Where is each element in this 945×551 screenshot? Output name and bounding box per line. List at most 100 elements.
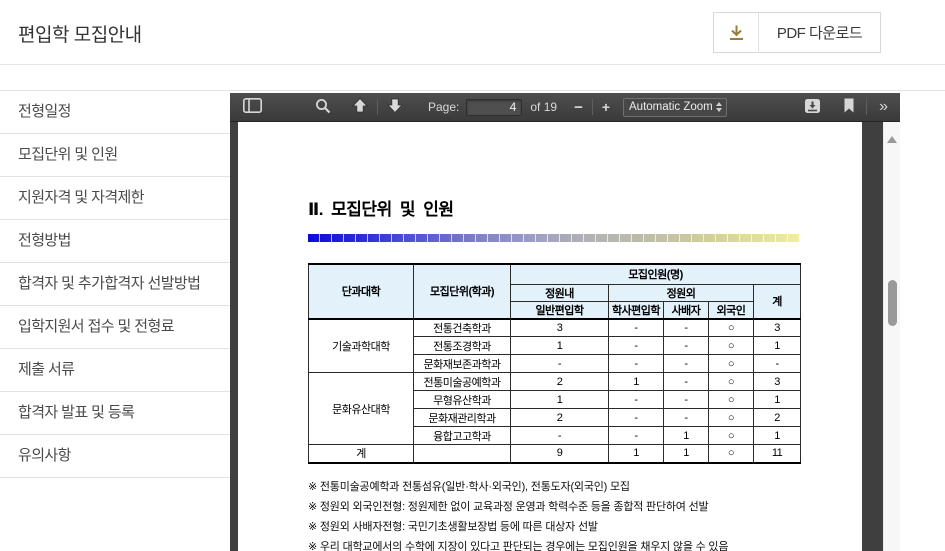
sidebar-item-eligibility[interactable]: 지원자격 및 자격제한 <box>0 177 230 220</box>
footnote: ※ 전통미술공예학과 전통섬유(일반·학사·외국인), 전통도자(외국인) 모집 <box>308 480 630 493</box>
college-cell: 기술과학대학 <box>308 318 414 373</box>
page-up-button[interactable] <box>349 96 371 118</box>
col-header-quota-group: 모집인원(명) <box>509 263 802 285</box>
select-caret-icon <box>715 102 722 112</box>
value-cell: ○ <box>708 354 754 373</box>
value-cell: - <box>663 390 709 409</box>
table-total-row: 계 9 1 1 ○ 11 <box>308 444 802 463</box>
value-cell: ○ <box>708 444 754 463</box>
total-dept-cell <box>413 444 511 463</box>
page-title: 편입학 모집안내 <box>18 25 142 46</box>
page-number-input[interactable] <box>466 98 523 116</box>
value-cell: - <box>663 336 709 355</box>
dept-cell: 융합고고학과 <box>413 426 511 445</box>
value-cell: 2 <box>510 408 609 427</box>
sidebar-item-application[interactable]: 입학지원서 접수 및 전형료 <box>0 306 230 349</box>
col-header-total: 계 <box>752 283 802 319</box>
section-title: Ⅱ. 모집단위 및 인원 <box>308 200 454 219</box>
bookmark-button[interactable] <box>840 96 858 118</box>
value-cell: 9 <box>510 444 609 463</box>
dept-cell: 전통건축학과 <box>413 318 511 337</box>
col-header-foreign: 외국인 <box>708 300 754 319</box>
value-cell: - <box>752 354 802 373</box>
scrollbar-thumb[interactable] <box>888 280 897 326</box>
value-cell: 1 <box>752 336 802 355</box>
value-cell: - <box>608 426 664 445</box>
gradient-bar <box>308 234 800 242</box>
value-cell: 3 <box>752 318 802 337</box>
col-header-social: 사배자 <box>663 300 709 319</box>
col-header-in-quota: 정원내 <box>510 283 609 302</box>
dept-cell: 전통미술공예학과 <box>413 372 511 391</box>
pdf-page: Ⅱ. 모집단위 및 인원 단과대학 모집단위(학과) 모집인원(명) 정원내 정… <box>238 122 862 551</box>
toolbar-download-button[interactable] <box>801 96 824 119</box>
pdf-scrollbar[interactable] <box>883 122 900 551</box>
sidebar-toggle-button[interactable] <box>240 96 265 118</box>
table-row: 기술과학대학 전통건축학과 3 - - ○ 3 <box>308 318 802 373</box>
admission-table: 단과대학 모집단위(학과) 모집인원(명) 정원내 정원외 계 일반편입학 학사… <box>308 263 802 464</box>
sidebar-toggle-icon <box>243 98 262 116</box>
value-cell: - <box>608 354 664 373</box>
value-cell: 1 <box>663 444 709 463</box>
page-label: Page: <box>428 100 460 114</box>
pdf-viewer-body: Ⅱ. 모집단위 및 인원 단과대학 모집단위(학과) 모집인원(명) 정원내 정… <box>230 122 900 551</box>
scroll-up-icon[interactable] <box>887 136 897 143</box>
sidebar-item-selection[interactable]: 합격자 및 추가합격자 선발방법 <box>0 263 230 306</box>
value-cell: ○ <box>708 408 754 427</box>
value-cell: 1 <box>752 390 802 409</box>
toolbar-divider <box>866 99 868 115</box>
viewer-gutter-right <box>862 122 883 551</box>
content-area: 전형일정 모집단위 및 인원 지원자격 및 자격제한 전형방법 합격자 및 추가… <box>0 90 945 551</box>
value-cell: - <box>608 390 664 409</box>
value-cell: - <box>510 354 609 373</box>
toolbar-divider <box>377 99 378 115</box>
download-icon <box>714 13 759 52</box>
sidebar-item-caution[interactable]: 유의사항 <box>0 435 230 478</box>
value-cell: 1 <box>510 390 609 409</box>
value-cell: - <box>663 408 709 427</box>
zoom-in-button[interactable]: + <box>599 97 613 117</box>
search-icon <box>315 98 331 117</box>
footnote: ※ 정원외 사배자전형: 국민기초생활보장법 등에 따른 대상자 선발 <box>308 520 598 533</box>
zoom-select[interactable]: Automatic Zoom <box>623 97 728 117</box>
chevron-double-right-icon: » <box>879 98 888 115</box>
value-cell: 11 <box>752 444 802 463</box>
more-tools-button[interactable]: » <box>875 99 890 115</box>
search-button[interactable] <box>312 96 334 119</box>
sidebar-item-method[interactable]: 전형방법 <box>0 220 230 263</box>
value-cell: - <box>663 354 709 373</box>
zoom-out-button[interactable]: − <box>571 97 586 118</box>
value-cell: ○ <box>708 426 754 445</box>
download-button-label: PDF 다운로드 <box>776 25 863 42</box>
zoom-select-value: Automatic Zoom <box>629 101 713 113</box>
arrow-up-icon <box>352 97 368 116</box>
sidebar-item-units[interactable]: 모집단위 및 인원 <box>0 134 230 177</box>
value-cell: 1 <box>510 336 609 355</box>
dept-cell: 문화재관리학과 <box>413 408 511 427</box>
footnote: ※ 정원외 외국인전형: 정원제한 없이 교육과정 운영과 학력수준 등을 종합… <box>308 500 709 513</box>
page-down-button[interactable] <box>384 96 406 118</box>
table-row: 문화유산대학 전통미술공예학과 2 1 - ○ 3 <box>308 372 802 445</box>
sidebar-item-documents[interactable]: 제출 서류 <box>0 349 230 392</box>
value-cell: - <box>663 318 709 337</box>
value-cell: 1 <box>608 444 664 463</box>
sidebar-item-announcement[interactable]: 합격자 발표 및 등록 <box>0 392 230 435</box>
sidebar-item-schedule[interactable]: 전형일정 <box>0 91 230 134</box>
pdf-viewer: Page: of 19 − + Automatic Zoom <box>230 93 900 551</box>
value-cell: 2 <box>510 372 609 391</box>
college-cell: 문화유산대학 <box>308 372 414 445</box>
value-cell: 1 <box>608 372 664 391</box>
value-cell: 2 <box>752 408 802 427</box>
value-cell: ○ <box>708 336 754 355</box>
pdf-toolbar: Page: of 19 − + Automatic Zoom <box>230 93 900 122</box>
sidebar: 전형일정 모집단위 및 인원 지원자격 및 자격제한 전형방법 합격자 및 추가… <box>0 91 230 550</box>
value-cell: 1 <box>663 426 709 445</box>
value-cell: - <box>510 426 609 445</box>
value-cell: 1 <box>752 426 802 445</box>
pdf-download-button[interactable]: PDF 다운로드 <box>713 12 881 53</box>
col-header-unit: 모집단위(학과) <box>413 263 511 319</box>
value-cell: ○ <box>708 390 754 409</box>
col-header-college: 단과대학 <box>308 263 414 319</box>
file-download-icon <box>804 98 821 117</box>
page-header: 편입학 모집안내 PDF 다운로드 <box>0 0 945 65</box>
